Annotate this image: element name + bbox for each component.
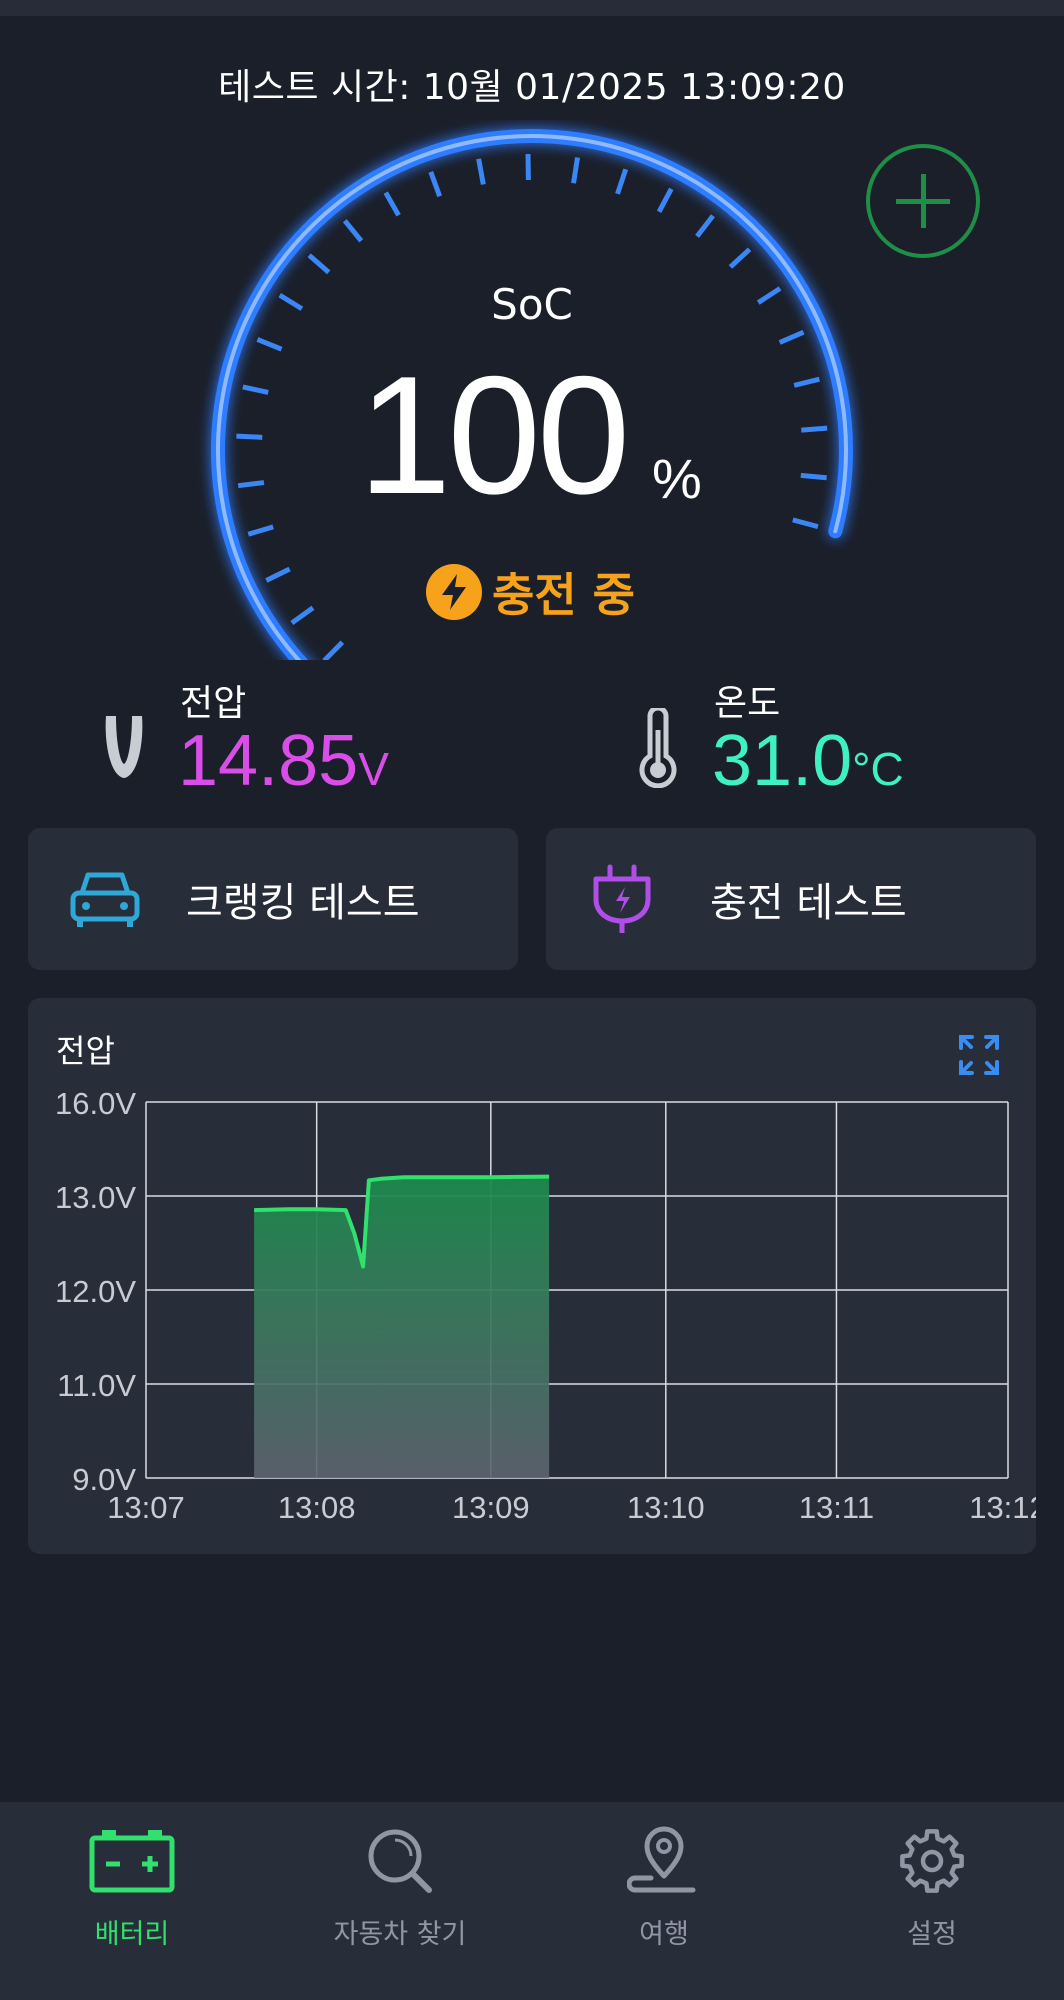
search-icon (368, 1829, 432, 1893)
gauge-tick (247, 524, 274, 537)
gear-hub (920, 1849, 944, 1873)
gauge-tick (615, 168, 629, 195)
temperature-label: 온도 (714, 683, 781, 724)
temperature-value: 31.0°C (712, 720, 904, 802)
voltage-label: 전압 (180, 683, 247, 724)
nav-settings-label: 설정 (907, 1919, 957, 1950)
gear-outline (900, 1829, 964, 1893)
nav-settings[interactable]: 설정 (822, 1818, 1042, 1951)
charging-test-label: 충전 테스트 (710, 880, 907, 926)
gauge-tick (728, 247, 752, 269)
gauge-tick (800, 472, 827, 481)
gauge-tick (237, 480, 265, 489)
y-tick-label: 13.0V (55, 1180, 136, 1215)
y-tick-label: 12.0V (55, 1274, 136, 1309)
x-tick-label: 13:07 (107, 1490, 185, 1525)
soc-value: 100 (358, 341, 630, 529)
nav-battery-label: 배터리 (94, 1919, 170, 1950)
gauge-tick (656, 187, 674, 213)
gauge-tick (476, 158, 486, 185)
location-pin-icon (627, 1826, 696, 1893)
gauge-tick (236, 433, 263, 440)
x-tick-label: 13:08 (278, 1490, 356, 1525)
gauge-tick (793, 376, 820, 388)
bolt-icon (426, 564, 482, 620)
charge-status-text: 충전 중 (492, 568, 635, 622)
cranking-test-button[interactable]: 크랭킹 테스트 (28, 828, 518, 970)
gauge-tick (342, 219, 364, 243)
test-time: 테스트 시간: 10월 01/2025 13:09:20 (218, 67, 846, 108)
gauge-tick (322, 640, 345, 660)
gauge-tick (792, 517, 819, 530)
gauge-tick (242, 384, 269, 395)
nav-trip[interactable]: 여행 (554, 1818, 774, 1951)
soc-label: SoC (491, 280, 573, 329)
nav-find-car[interactable]: 자동차 찾기 (290, 1818, 510, 1951)
voltage-value: 14.85V (178, 720, 389, 802)
temperature-unit: °C (852, 743, 904, 795)
plug-icon (593, 864, 651, 933)
y-tick-label: 16.0V (55, 1086, 136, 1121)
status-bar (0, 0, 1064, 16)
car-icon (70, 872, 140, 927)
soc-unit: % (652, 447, 702, 510)
x-tick-label: 13:10 (627, 1490, 705, 1525)
voltage-unit: V (358, 743, 389, 795)
x-tick-label: 13:11 (799, 1490, 874, 1525)
nav-find-car-label: 자동차 찾기 (333, 1919, 467, 1950)
thermometer-icon (639, 708, 677, 788)
gauge-tick (307, 253, 331, 275)
temperature-number: 31.0 (712, 721, 853, 801)
add-button[interactable] (866, 144, 980, 258)
gauge-tick (265, 566, 291, 583)
gear-icon (900, 1829, 964, 1893)
x-tick-label: 13:12 (969, 1490, 1036, 1525)
charge-status: 충전 중 (426, 560, 635, 624)
y-tick-label: 11.0V (57, 1368, 136, 1403)
x-tick-label: 13:09 (452, 1490, 530, 1525)
gauge-tick (778, 329, 805, 345)
voltage-area-fill (254, 1176, 550, 1478)
expand-icon[interactable] (958, 1034, 1000, 1076)
voltage-chart: 9.0V11.0V12.0V13.0V16.0V13:07 13:08 13:09 1… (55, 1086, 1036, 1525)
voltage-icon (105, 716, 143, 778)
battery-icon (89, 1830, 175, 1893)
gauge-tick (256, 337, 283, 352)
gauge-tick (383, 191, 401, 217)
gauge-tick (290, 605, 315, 626)
voltage-number: 14.85 (178, 721, 359, 801)
gauge-tick (801, 425, 828, 433)
gauge-tick (571, 157, 580, 184)
nav-battery[interactable]: 배터리 (22, 1818, 242, 1951)
cranking-test-label: 크랭킹 테스트 (186, 880, 420, 926)
gauge-tick (428, 170, 443, 198)
nav-trip-label: 여행 (639, 1919, 689, 1950)
charging-test-button[interactable]: 충전 테스트 (546, 828, 1036, 970)
chart-title: 전압 (56, 1032, 115, 1070)
chart-area (254, 1174, 550, 1478)
gauge-tick (695, 214, 715, 238)
